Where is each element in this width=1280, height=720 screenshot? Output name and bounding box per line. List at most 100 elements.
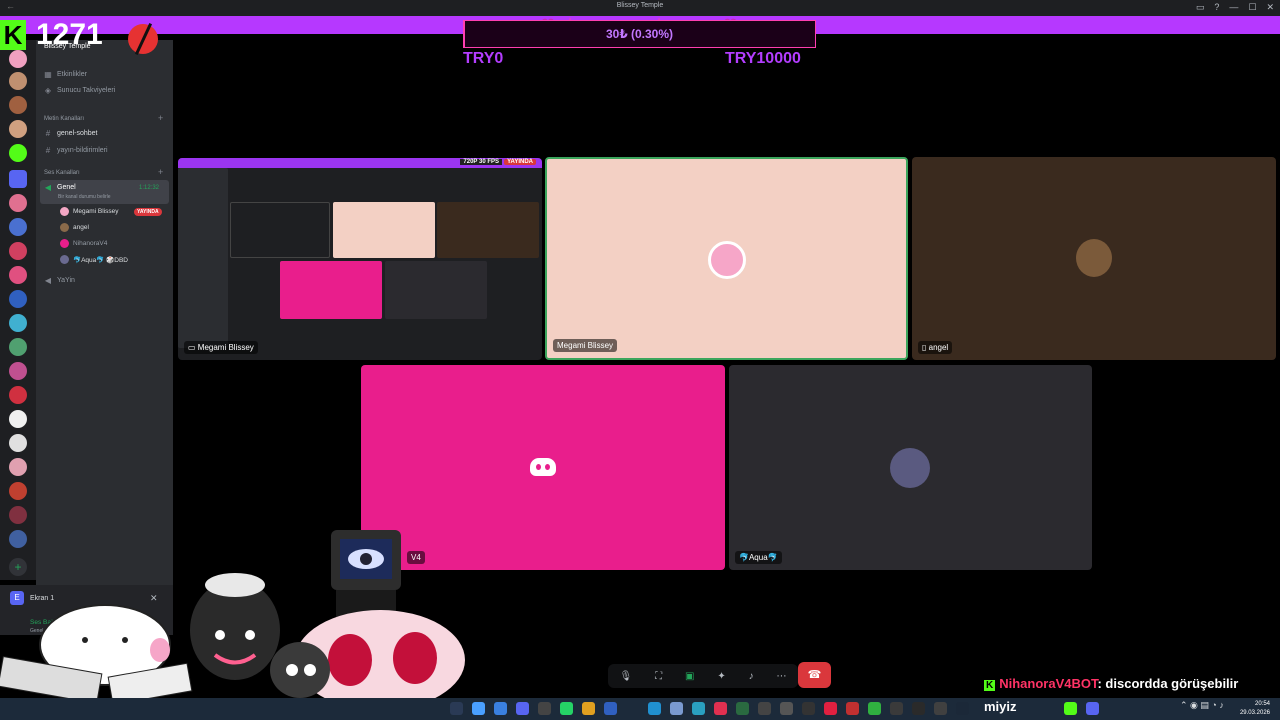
- add-channel-icon[interactable]: +: [158, 113, 163, 123]
- taskbar-app-icon[interactable]: [538, 702, 551, 715]
- stream-preview-nested: [230, 202, 330, 258]
- server-icon[interactable]: [9, 194, 27, 212]
- voice-user[interactable]: 🐬Aqua🐬 🎲DBD: [60, 255, 128, 264]
- stream-preview-tile: [280, 261, 382, 319]
- server-icon[interactable]: [9, 458, 27, 476]
- maximize-button[interactable]: ☐: [1248, 2, 1256, 13]
- chat-ticker: K NihanoraV4BOT: discordda görüşebilir: [984, 676, 1238, 691]
- server-icon[interactable]: [9, 170, 27, 188]
- channel-genel-sohbet[interactable]: # genel-sohbet: [44, 129, 98, 138]
- text-category[interactable]: Metin Kanalları: [44, 116, 84, 122]
- search-icon[interactable]: [450, 702, 463, 715]
- screen-share-tile[interactable]: 720P 30 FPS YAYINDA ▭ Megami Blissey: [178, 158, 542, 360]
- soundboard-button[interactable]: ♪: [749, 671, 754, 682]
- discord-taskbar-icon[interactable]: [516, 702, 529, 715]
- voice-category[interactable]: Ses Kanalları: [44, 170, 80, 176]
- server-icon[interactable]: [9, 314, 27, 332]
- server-icon[interactable]: [9, 434, 27, 452]
- taskbar-app-icon[interactable]: [868, 702, 881, 715]
- screen-share-button[interactable]: ▣: [685, 671, 694, 682]
- server-icon[interactable]: [9, 242, 27, 260]
- taskbar-app-icon[interactable]: [780, 702, 793, 715]
- taskbar-app-icon[interactable]: [472, 702, 485, 715]
- server-icon[interactable]: [9, 266, 27, 284]
- bongo-cat-icon: [0, 604, 193, 706]
- taskbar-app-icon[interactable]: [648, 702, 661, 715]
- sidebar-item-boosts[interactable]: ◈ Sunucu Takviyeleri: [44, 86, 115, 95]
- taskbar-app-icon[interactable]: [1086, 702, 1099, 715]
- sidebar-item-events[interactable]: ▦ Etkinlikler: [44, 70, 87, 79]
- minimize-button[interactable]: —: [1229, 2, 1238, 13]
- taskbar-app-icon[interactable]: [714, 702, 727, 715]
- server-icon[interactable]: [9, 362, 27, 380]
- goal-progress-bar: 30₺ (0.30%): [463, 20, 816, 48]
- voice-channel-label: ◀ Genel: [44, 183, 76, 192]
- taskbar-app-icon[interactable]: [934, 702, 947, 715]
- close-button[interactable]: ✕: [1266, 2, 1274, 13]
- voice-status[interactable]: Bir kanal durumu belirle: [58, 194, 111, 200]
- tile-name-label: Megami Blissey: [553, 339, 618, 352]
- add-server-icon[interactable]: +: [9, 558, 27, 576]
- server-icon[interactable]: [9, 290, 27, 308]
- goal-max-label: TRY10000: [725, 50, 801, 67]
- hangup-button[interactable]: ☎: [798, 662, 831, 688]
- taskbar-app-icon[interactable]: [494, 702, 507, 715]
- taskbar-app-icon[interactable]: [846, 702, 859, 715]
- voice-user[interactable]: NihanoraV4: [60, 239, 107, 248]
- video-tile-nihanora[interactable]: V4: [361, 365, 725, 570]
- avatar: [1076, 239, 1112, 277]
- taskbar-app-icon[interactable]: [890, 702, 903, 715]
- more-options-button[interactable]: ⋯: [777, 671, 787, 682]
- chrome-icon[interactable]: [582, 702, 595, 715]
- microphone-button[interactable]: 🎙: [619, 671, 632, 682]
- channel-yayin-bildirimleri[interactable]: # yayın-bildirimleri: [44, 146, 108, 155]
- voice-user[interactable]: Megami Blissey: [60, 207, 119, 216]
- server-icon[interactable]: [9, 530, 27, 548]
- tray-icons[interactable]: ⌃ ◉ ▤ ◔ ♪: [1180, 700, 1224, 711]
- kick-taskbar-icon[interactable]: [1064, 702, 1077, 715]
- tile-name-label: ▯ angel: [918, 341, 953, 354]
- server-icon[interactable]: [9, 506, 27, 524]
- activity-button[interactable]: ✦: [717, 671, 725, 682]
- hash-icon: #: [45, 146, 51, 155]
- server-icon[interactable]: [9, 96, 27, 114]
- server-icon[interactable]: [9, 72, 27, 90]
- camera-button[interactable]: ⛶: [655, 671, 662, 682]
- server-icon[interactable]: [9, 50, 27, 68]
- server-icon[interactable]: [9, 410, 27, 428]
- voice-channel-yayin[interactable]: ◀ YaYin: [44, 276, 75, 285]
- video-tile-megami[interactable]: Megami Blissey: [545, 157, 908, 360]
- taskbar-app-icon[interactable]: [912, 702, 925, 715]
- taskbar-app-icon[interactable]: [604, 702, 617, 715]
- goal-progress-text: 30₺ (0.30%): [605, 27, 674, 41]
- add-channel-icon[interactable]: +: [158, 167, 163, 177]
- server-icon[interactable]: [9, 120, 27, 138]
- inbox-icon[interactable]: ▭: [1196, 2, 1205, 13]
- taskbar-app-icon[interactable]: [736, 702, 749, 715]
- video-tile-aqua[interactable]: 🐬Aqua🐬: [729, 365, 1092, 570]
- whatsapp-icon[interactable]: [560, 702, 573, 715]
- taskbar-app-icon[interactable]: [692, 702, 705, 715]
- voice-user[interactable]: angel: [60, 223, 89, 232]
- server-icon[interactable]: [9, 482, 27, 500]
- server-name[interactable]: Blissey Temple: [44, 43, 91, 50]
- taskbar-app-icon[interactable]: [802, 702, 815, 715]
- boost-icon: ◈: [44, 86, 52, 95]
- taskbar-app-icon[interactable]: [758, 702, 771, 715]
- taskbar-app-icon[interactable]: [824, 702, 837, 715]
- voice-user-name: Megami Blissey: [73, 208, 119, 215]
- server-icon[interactable]: [9, 218, 27, 236]
- tile-name-label: 🐬Aqua🐬: [735, 551, 782, 564]
- server-icon[interactable]: [9, 338, 27, 356]
- clock[interactable]: 20:54 29.03.2026: [1240, 700, 1270, 718]
- kick-badge-icon: K: [984, 680, 996, 691]
- title-bar: ← Blissey Temple ▭ ? — ☐ ✕: [0, 0, 1280, 16]
- video-tile-angel[interactable]: ▯ angel: [912, 157, 1276, 360]
- server-icon[interactable]: [9, 144, 27, 162]
- server-icon[interactable]: [9, 386, 27, 404]
- voice-channel-name: YaYin: [57, 277, 75, 284]
- help-icon[interactable]: ?: [1214, 2, 1219, 13]
- taskbar-app-icon[interactable]: [670, 702, 683, 715]
- steam-icon[interactable]: [956, 702, 969, 715]
- sidebar-item-label: Sunucu Takviyeleri: [57, 87, 116, 94]
